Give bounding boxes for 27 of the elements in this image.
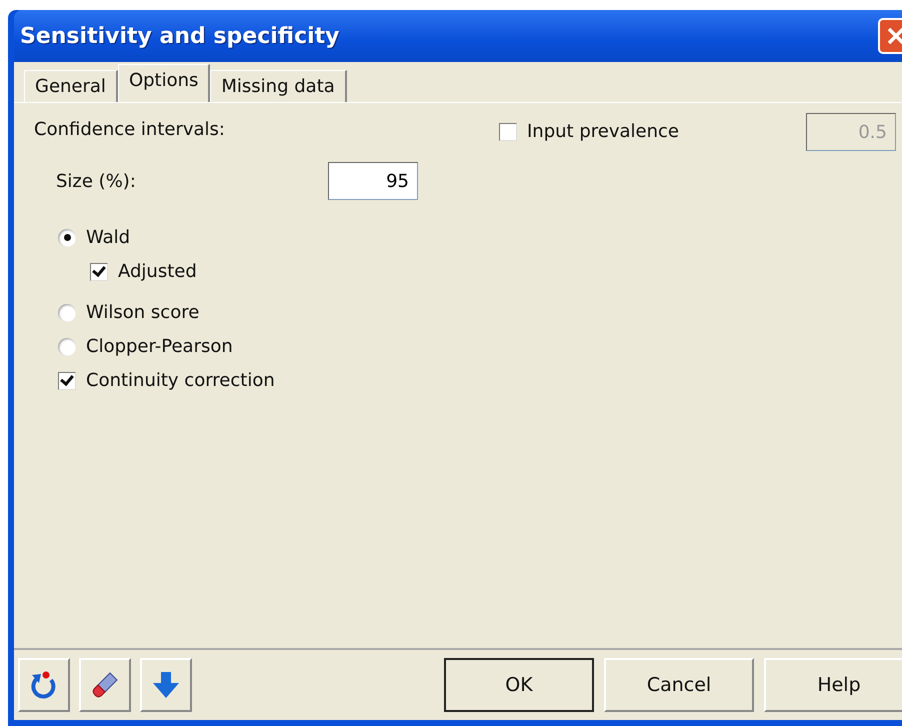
size-label: Size (%): [56, 170, 136, 192]
window-title: Sensitivity and specificity [20, 24, 340, 48]
option-label: Wald [86, 227, 130, 248]
reset-button[interactable] [18, 658, 70, 712]
eraser-icon [90, 670, 120, 700]
close-icon [885, 25, 902, 47]
dialog-button[interactable]: Help [764, 658, 902, 712]
radio-button[interactable] [58, 228, 76, 246]
down-arrow-icon [151, 670, 181, 700]
dialog-button[interactable]: OK [444, 658, 594, 712]
radio-button[interactable] [58, 338, 76, 356]
down-button[interactable] [140, 658, 192, 712]
radio-button[interactable] [58, 304, 76, 322]
checkbox[interactable] [58, 372, 76, 390]
checkbox[interactable] [90, 262, 108, 280]
option-label: Input prevalence [527, 121, 679, 142]
tab[interactable]: Options [118, 64, 210, 102]
eraser-button[interactable] [79, 658, 131, 712]
size-field[interactable]: 95 [328, 162, 418, 200]
dialog-button[interactable]: Cancel [604, 658, 754, 712]
option-label: Wilson score [86, 302, 200, 323]
tab[interactable]: General [24, 70, 118, 102]
section-label: Confidence intervals: [34, 119, 226, 140]
option-label: Adjusted [118, 261, 197, 282]
option-label: Clopper-Pearson [86, 336, 233, 357]
tab[interactable]: Missing data [210, 70, 347, 102]
option-label: Continuity correction [86, 370, 275, 391]
